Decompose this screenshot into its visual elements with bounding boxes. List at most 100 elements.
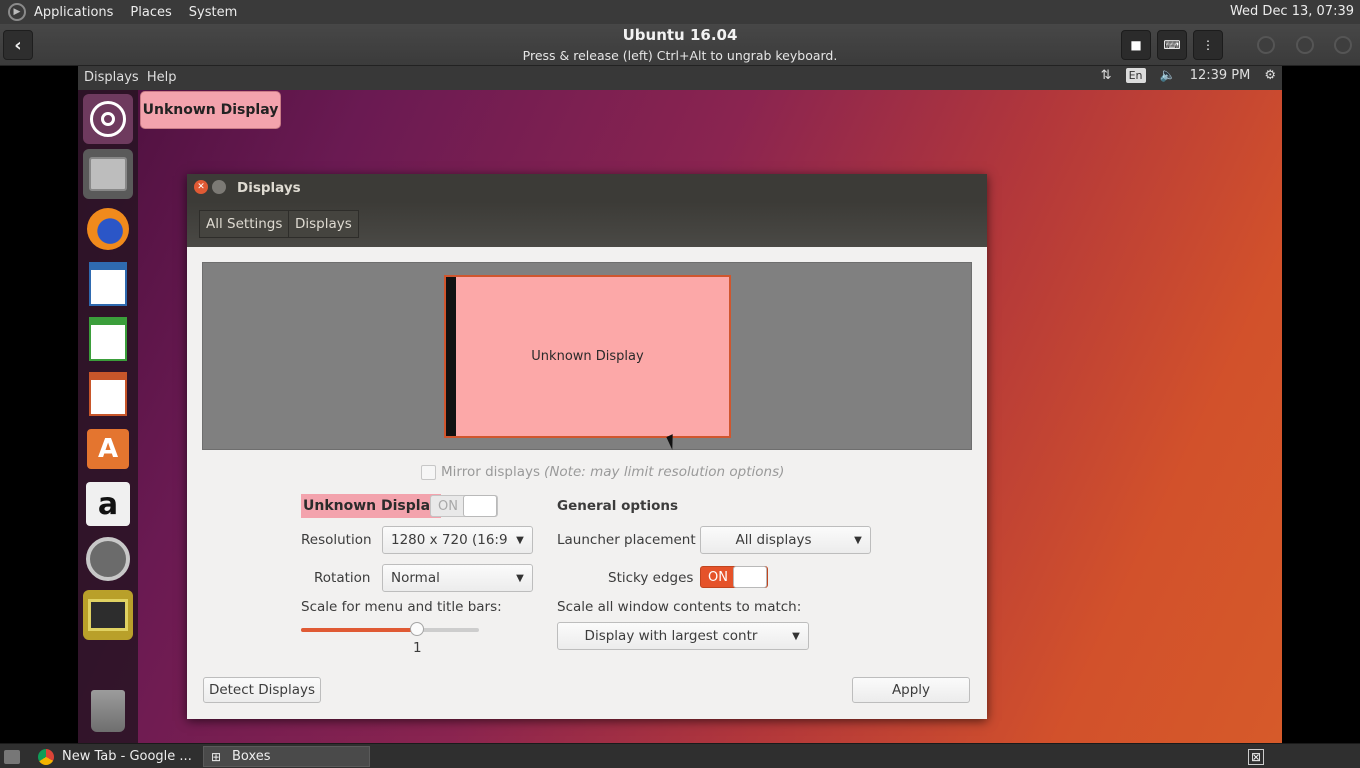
volume-icon[interactable]: 🔈 xyxy=(1160,68,1176,83)
taskbar-item-chrome[interactable]: New Tab - Google ... xyxy=(34,746,200,767)
launcher-placement-value: All displays xyxy=(735,532,812,548)
close-button[interactable] xyxy=(1334,36,1352,54)
toggle-knob xyxy=(733,566,767,588)
display-on-toggle[interactable]: ON xyxy=(430,495,498,517)
keyboard-button[interactable]: ■ xyxy=(1121,30,1151,60)
launcher-software[interactable]: A xyxy=(83,424,133,474)
kebab-menu-icon: ⋮ xyxy=(1202,38,1214,52)
gear-icon[interactable]: ⚙ xyxy=(1264,68,1276,83)
taskbar-item-label: New Tab - Google ... xyxy=(62,749,192,764)
launcher-files[interactable] xyxy=(83,149,133,199)
ubuntu-logo-icon xyxy=(90,101,126,137)
toggle-knob xyxy=(463,495,497,517)
general-options-title: General options xyxy=(557,498,679,514)
taskbar-item-boxes[interactable]: ⊞ Boxes xyxy=(203,746,370,767)
amazon-icon: a xyxy=(86,482,130,526)
desktop-icon xyxy=(4,749,20,764)
dialog-title: Displays xyxy=(237,180,301,196)
launcher-dash[interactable] xyxy=(83,94,133,144)
guest-menu-help[interactable]: Help xyxy=(147,70,177,85)
guest-desktop[interactable]: Displays Help ⇅ En 🔈 12:39 PM ⚙ A a Unkn… xyxy=(78,66,1282,743)
sticky-edges-label: Sticky edges xyxy=(608,570,694,586)
scale-value: 1 xyxy=(413,640,422,656)
rotation-select[interactable]: Normal ▼ xyxy=(382,564,533,592)
launcher-impress[interactable] xyxy=(83,369,133,419)
sticky-toggle-label: ON xyxy=(708,569,728,585)
minimize-button[interactable] xyxy=(1257,36,1275,54)
breadcrumb-all-settings[interactable]: All Settings xyxy=(199,210,290,238)
host-top-panel: ▶ Applications Places System Wed Dec 13,… xyxy=(0,0,1360,24)
gnome-foot-icon[interactable]: ▶ xyxy=(8,3,26,21)
files-icon xyxy=(89,157,127,191)
monitor-preview[interactable]: Unknown Display xyxy=(444,275,731,438)
chevron-down-icon: ▼ xyxy=(516,534,524,546)
guest-clock[interactable]: 12:39 PM xyxy=(1190,68,1251,83)
launcher-amazon[interactable]: a xyxy=(83,479,133,529)
launcher-firefox[interactable] xyxy=(83,204,133,254)
chevron-down-icon: ▼ xyxy=(516,572,524,584)
menu-button[interactable]: ⋮ xyxy=(1193,30,1223,60)
displays-icon xyxy=(88,599,128,631)
rotation-label: Rotation xyxy=(314,570,371,586)
maximize-button[interactable] xyxy=(1296,36,1314,54)
boxes-title: Ubuntu 16.04 xyxy=(622,26,738,44)
mirror-displays-row: Mirror displays (Note: may limit resolut… xyxy=(421,464,784,480)
launcher-calc[interactable] xyxy=(83,314,133,364)
sticky-edges-toggle[interactable]: ON xyxy=(700,566,768,588)
keys-button[interactable]: ⌨ xyxy=(1157,30,1187,60)
software-center-icon: A xyxy=(87,429,129,469)
boxes-header-bar: ‹ Ubuntu 16.04 Press & release (left) Ct… xyxy=(0,24,1360,66)
menu-system[interactable]: System xyxy=(189,5,237,20)
mirror-label: Mirror displays xyxy=(441,464,541,480)
launcher-writer[interactable] xyxy=(83,259,133,309)
slider-knob[interactable] xyxy=(409,622,424,636)
breadcrumb-displays[interactable]: Displays xyxy=(288,210,359,238)
mirror-displays-checkbox[interactable] xyxy=(421,464,436,480)
host-taskbar: New Tab - Google ... ⊞ Boxes ⊠ xyxy=(0,743,1360,768)
launcher-strip xyxy=(446,277,456,436)
workspace-switcher[interactable]: ⊠ xyxy=(1244,746,1272,767)
scale-slider[interactable] xyxy=(301,622,479,636)
display-arrangement-area[interactable]: Unknown Display xyxy=(202,262,972,450)
impress-icon xyxy=(89,372,127,416)
resolution-select[interactable]: 1280 x 720 (16:9) ▼ xyxy=(382,526,533,554)
chrome-icon xyxy=(38,748,54,765)
dialog-titlebar: ✕ Displays xyxy=(187,174,987,202)
show-desktop-button[interactable] xyxy=(0,746,28,767)
dialog-toolbar: All Settings Displays xyxy=(187,202,987,247)
launcher-settings[interactable] xyxy=(83,534,133,584)
firefox-icon xyxy=(87,208,129,250)
square-icon: ■ xyxy=(1130,38,1142,52)
dialog-close-button[interactable]: ✕ xyxy=(194,180,208,194)
menu-applications[interactable]: Applications xyxy=(34,5,113,20)
chevron-down-icon: ▼ xyxy=(792,630,800,642)
system-settings-icon xyxy=(86,537,130,581)
network-icon[interactable]: ⇅ xyxy=(1101,68,1112,83)
launcher-displays[interactable] xyxy=(83,590,133,640)
calc-icon xyxy=(89,317,127,361)
host-clock[interactable]: Wed Dec 13, 07:39 xyxy=(1230,4,1354,19)
boxes-subtitle: Press & release (left) Ctrl+Alt to ungra… xyxy=(522,48,838,63)
keyboard-icon: ⌨ xyxy=(1163,38,1181,52)
launcher-placement-select[interactable]: All displays ▼ xyxy=(700,526,871,554)
guest-top-panel: Displays Help ⇅ En 🔈 12:39 PM ⚙ xyxy=(78,66,1282,90)
guest-menu-displays[interactable]: Displays xyxy=(84,70,139,85)
keyboard-layout-indicator[interactable]: En xyxy=(1125,68,1146,83)
menu-places[interactable]: Places xyxy=(130,5,171,20)
resolution-value: 1280 x 720 (16:9) xyxy=(391,532,508,548)
rotation-value: Normal xyxy=(391,570,440,586)
display-name: Unknown Display xyxy=(301,494,441,518)
chevron-down-icon: ▼ xyxy=(854,534,862,546)
taskbar-item-label: Boxes xyxy=(232,749,271,764)
dialog-minimize-button[interactable] xyxy=(212,180,226,194)
apply-button[interactable]: Apply xyxy=(852,677,970,703)
display-toggle-label: ON xyxy=(438,498,458,514)
workspace-icon: ⊠ xyxy=(1248,748,1264,765)
scale-all-select[interactable]: Display with largest contr ▼ xyxy=(557,622,809,650)
trash-icon xyxy=(91,690,125,732)
launcher-placement-label: Launcher placement xyxy=(557,532,696,548)
monitor-label: Unknown Display xyxy=(531,349,644,364)
display-identifier-label: Unknown Display xyxy=(140,91,281,129)
detect-displays-button[interactable]: Detect Displays xyxy=(203,677,321,703)
launcher-trash[interactable] xyxy=(83,686,133,736)
